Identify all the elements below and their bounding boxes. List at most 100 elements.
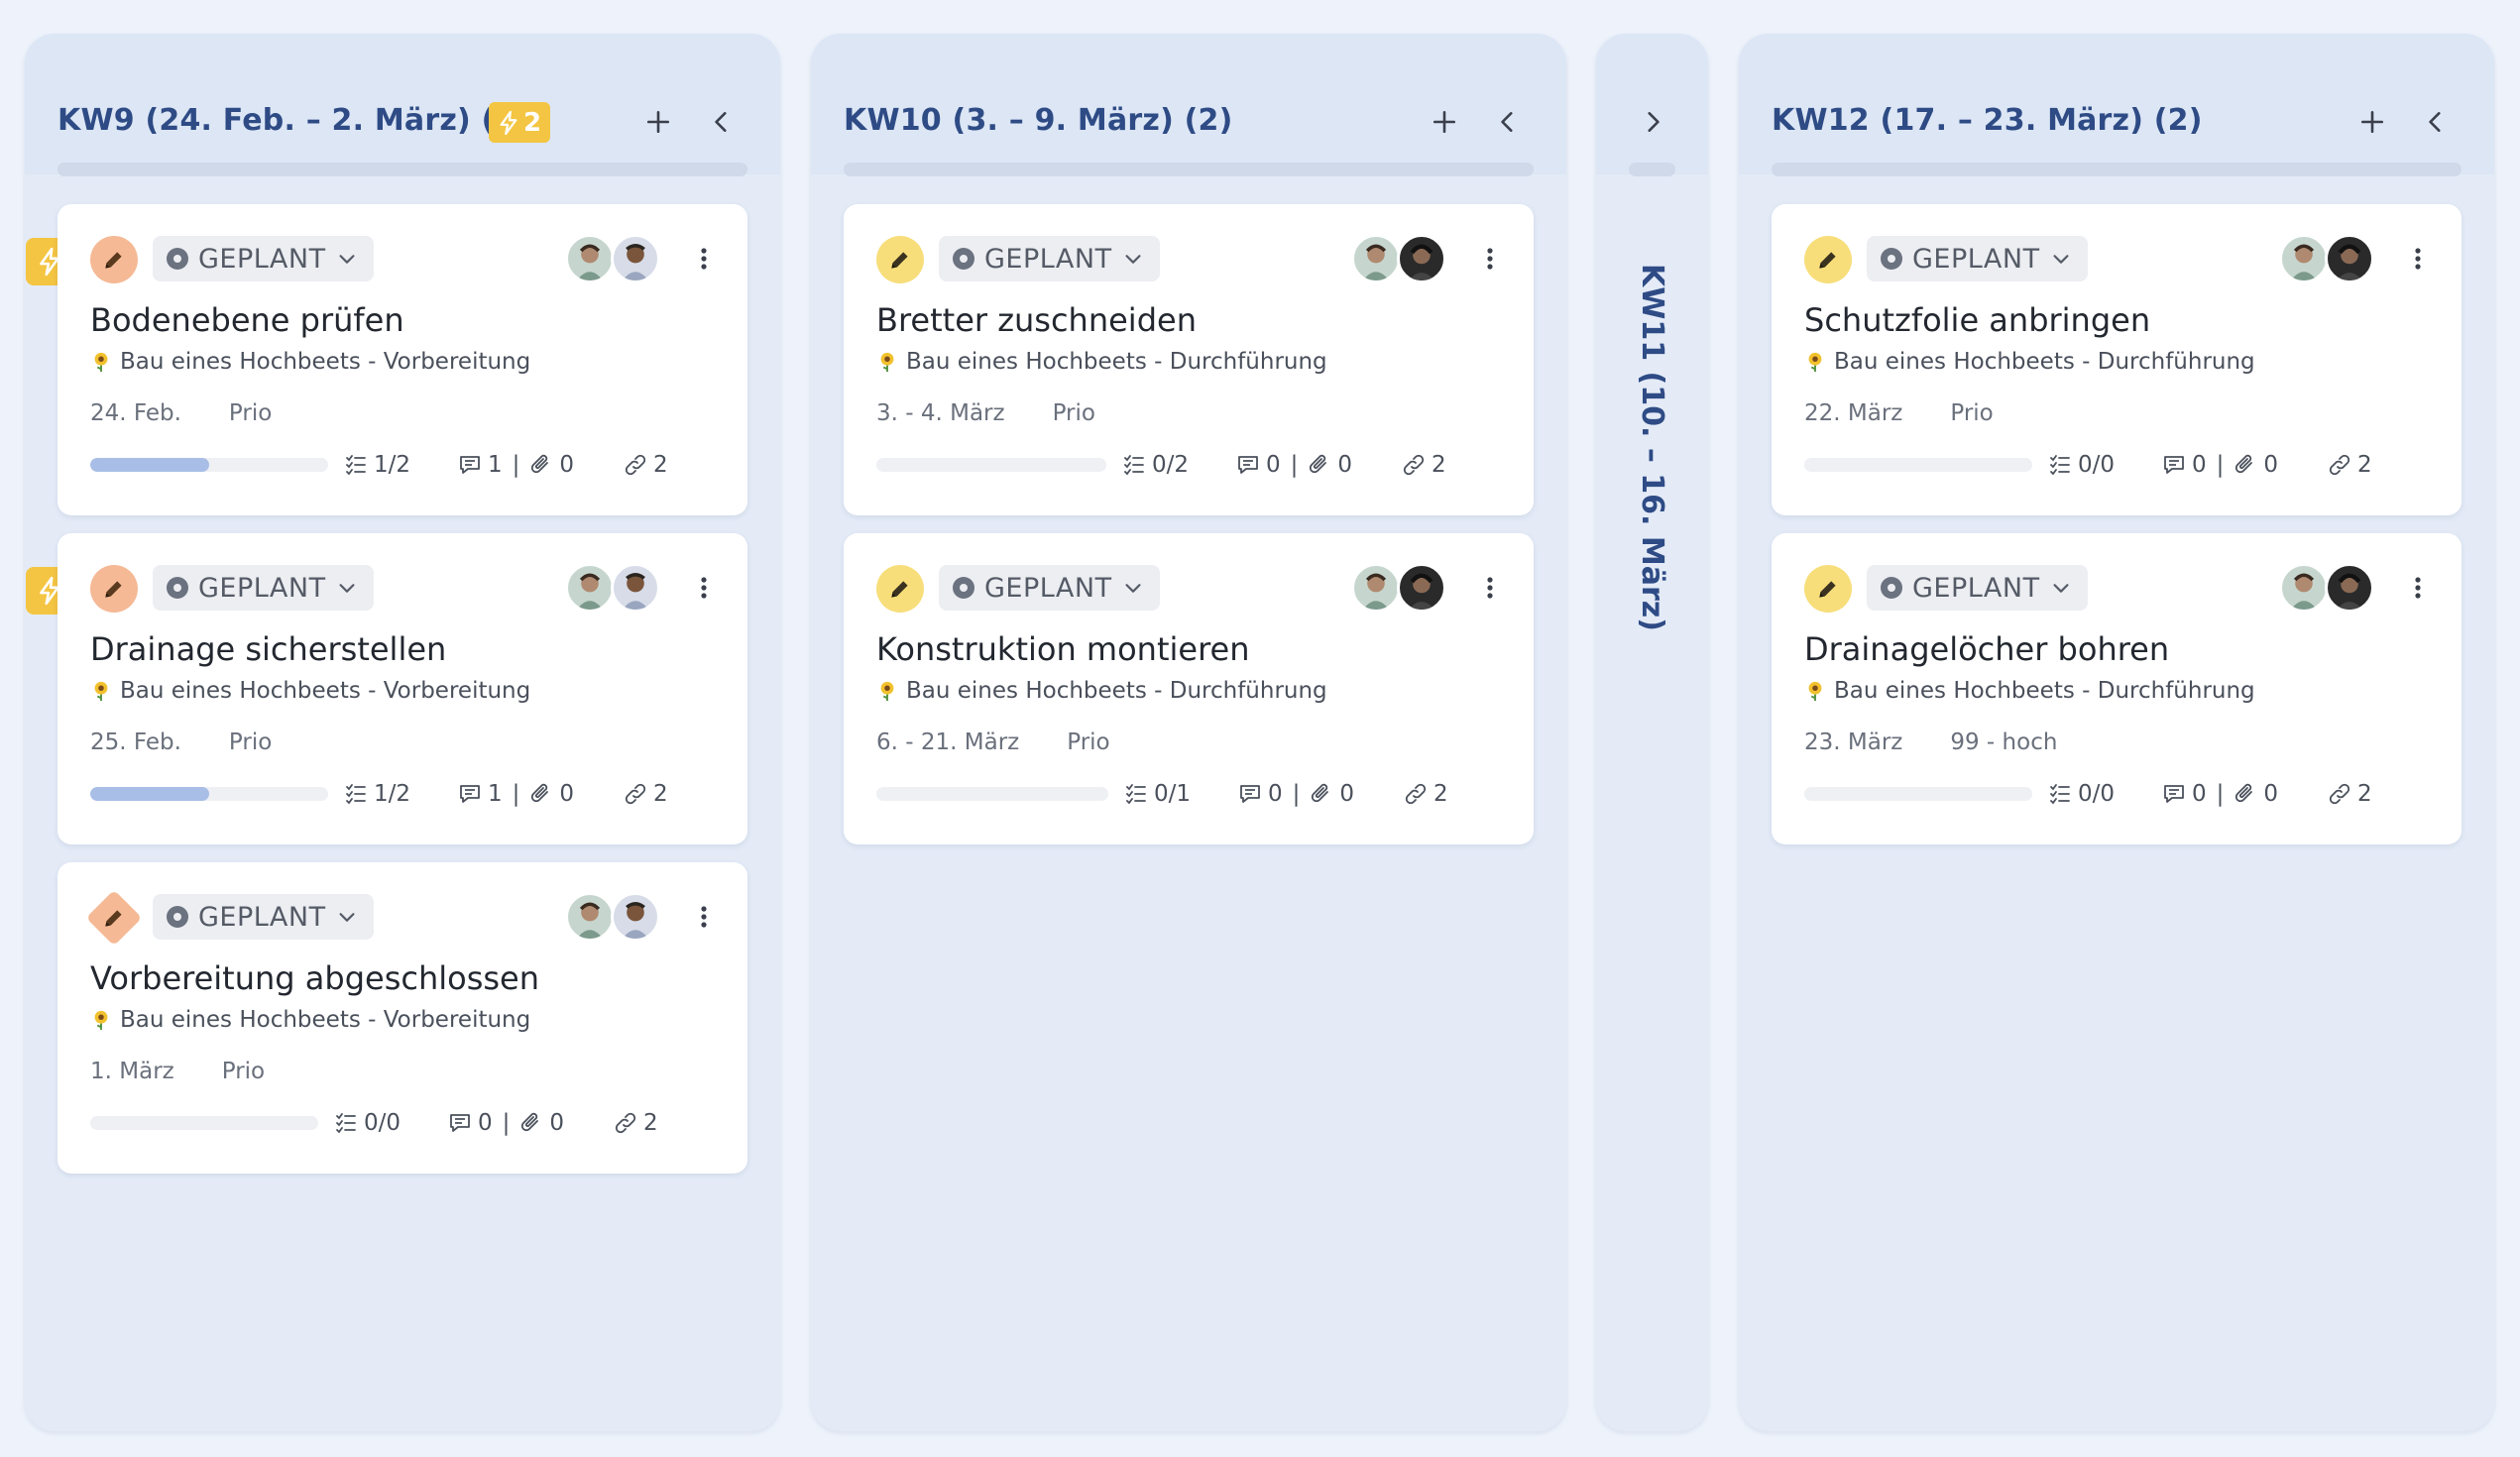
task-meta: 1. März Prio: [90, 1059, 265, 1084]
task-project[interactable]: Bau eines Hochbeets - Vorbereitung: [90, 1007, 530, 1033]
pencil-icon: [876, 565, 924, 613]
comment-count[interactable]: 0: [2162, 781, 2207, 807]
comment-count[interactable]: 0: [448, 1110, 493, 1136]
attachment-count[interactable]: 0: [1308, 452, 1352, 478]
collapse-column-button[interactable]: [2419, 105, 2453, 139]
add-task-button[interactable]: [641, 105, 675, 139]
attachment-count[interactable]: 0: [529, 452, 574, 478]
task-card[interactable]: GEPLANT Bodenebene prüfen Bau eines Hoch…: [57, 204, 747, 515]
paperclip-icon: [1312, 783, 1329, 803]
attachment-count[interactable]: 0: [519, 1110, 564, 1136]
link-count[interactable]: 2: [1402, 452, 1446, 478]
comment-count[interactable]: 0: [1236, 452, 1281, 478]
assignee-avatars[interactable]: [1351, 563, 1450, 613]
task-project[interactable]: Bau eines Hochbeets - Vorbereitung: [90, 349, 530, 375]
link-value: 2: [653, 452, 668, 478]
more-vertical-icon[interactable]: [1475, 573, 1505, 603]
link-count[interactable]: 2: [2328, 781, 2372, 807]
comment-icon: [450, 1114, 470, 1132]
task-project[interactable]: Bau eines Hochbeets - Durchführung: [1804, 678, 2255, 704]
task-date: 6. - 21. März: [876, 729, 1020, 755]
attachment-count[interactable]: 0: [1310, 781, 1354, 807]
link-icon: [615, 1112, 636, 1134]
more-vertical-icon[interactable]: [2403, 573, 2433, 603]
task-date: 23. März: [1804, 729, 1903, 755]
link-count[interactable]: 2: [624, 781, 668, 807]
checklist-count[interactable]: 0/2: [1122, 452, 1189, 478]
attachment-value: 0: [2263, 452, 2279, 478]
link-value: 2: [1432, 452, 1446, 478]
task-project[interactable]: Bau eines Hochbeets - Durchführung: [876, 349, 1327, 375]
collapse-column-button[interactable]: [705, 105, 739, 139]
assignee-avatars[interactable]: [565, 563, 664, 613]
comment-count[interactable]: 0: [2162, 452, 2207, 478]
chevron-down-icon: [339, 913, 355, 922]
assignee-avatars[interactable]: [565, 892, 664, 942]
task-card[interactable]: GEPLANT Schutzfolie anbringen Bau eines …: [1772, 204, 2462, 515]
status-dropdown[interactable]: GEPLANT: [153, 565, 374, 611]
avatar: [565, 234, 615, 283]
more-vertical-icon[interactable]: [1475, 244, 1505, 274]
comment-value: 0: [478, 1110, 493, 1136]
link-count[interactable]: 2: [614, 1110, 658, 1136]
task-project[interactable]: Bau eines Hochbeets - Durchführung: [876, 678, 1327, 704]
comment-value: 0: [2192, 452, 2207, 478]
attachment-count[interactable]: 0: [2234, 781, 2278, 807]
assignee-avatars[interactable]: [565, 234, 664, 283]
task-card[interactable]: GEPLANT Vorbereitung abgeschlossen Bau e…: [57, 862, 747, 1174]
task-project[interactable]: Bau eines Hochbeets - Durchführung: [1804, 349, 2255, 375]
link-count[interactable]: 2: [1404, 781, 1448, 807]
checklist-value: 0/2: [1152, 452, 1190, 478]
overdue-badge[interactable]: 2: [489, 102, 550, 143]
comment-count[interactable]: 1: [458, 781, 503, 807]
sunflower-icon: [94, 681, 108, 702]
footer-divider: |: [502, 1110, 511, 1136]
link-count[interactable]: 2: [2328, 452, 2372, 478]
task-project[interactable]: Bau eines Hochbeets - Vorbereitung: [90, 678, 530, 704]
status-dropdown[interactable]: GEPLANT: [153, 236, 374, 281]
checklist-count[interactable]: 0/0: [334, 1110, 401, 1136]
collapse-column-button[interactable]: [1491, 105, 1525, 139]
status-dropdown[interactable]: GEPLANT: [1867, 565, 2088, 611]
checklist-count[interactable]: 1/2: [344, 781, 410, 807]
more-vertical-icon[interactable]: [689, 902, 719, 932]
status-icon: [1881, 248, 1902, 270]
pencil-icon: [90, 565, 138, 613]
task-priority: Prio: [1067, 729, 1110, 755]
task-card[interactable]: GEPLANT Drainage sicherstellen Bau eines…: [57, 533, 747, 844]
link-icon: [625, 454, 646, 476]
assignee-avatars[interactable]: [1351, 234, 1450, 283]
status-dropdown[interactable]: GEPLANT: [153, 894, 374, 940]
task-card[interactable]: GEPLANT Drainagelöcher bohren Bau eines …: [1772, 533, 2462, 844]
checklist-count[interactable]: 0/0: [2048, 781, 2115, 807]
attachment-count[interactable]: 0: [2234, 452, 2278, 478]
more-vertical-icon[interactable]: [2403, 244, 2433, 274]
status-label: GEPLANT: [1912, 572, 2040, 604]
task-card[interactable]: GEPLANT Bretter zuschneiden Bau eines Ho…: [844, 204, 1534, 515]
assignee-avatars[interactable]: [2279, 563, 2378, 613]
checklist-count[interactable]: 1/2: [344, 452, 410, 478]
checklist-count[interactable]: 0/1: [1124, 781, 1191, 807]
expand-column-button[interactable]: [1636, 105, 1669, 139]
column-kw11-collapsed[interactable]: KW11 (10. – 16. März): [1596, 34, 1708, 1431]
link-icon: [2329, 783, 2350, 805]
status-dropdown[interactable]: GEPLANT: [939, 236, 1160, 281]
column-header: KW12 (17. – 23. März) (2): [1739, 34, 2494, 176]
more-vertical-icon[interactable]: [689, 244, 719, 274]
link-count[interactable]: 2: [624, 452, 668, 478]
assignee-avatars[interactable]: [2279, 234, 2378, 283]
checklist-count[interactable]: 0/0: [2048, 452, 2115, 478]
status-dropdown[interactable]: GEPLANT: [939, 565, 1160, 611]
comment-count[interactable]: 1: [458, 452, 503, 478]
paperclip-icon: [2235, 454, 2253, 474]
task-card[interactable]: GEPLANT Konstruktion montieren Bau eines…: [844, 533, 1534, 844]
add-task-button[interactable]: [2355, 105, 2389, 139]
comment-count[interactable]: 0: [1238, 781, 1283, 807]
chevron-down-icon: [2053, 255, 2069, 264]
status-label: GEPLANT: [1912, 243, 2040, 275]
task-progress: [1804, 458, 2032, 472]
attachment-count[interactable]: 0: [529, 781, 574, 807]
more-vertical-icon[interactable]: [689, 573, 719, 603]
add-task-button[interactable]: [1428, 105, 1461, 139]
status-dropdown[interactable]: GEPLANT: [1867, 236, 2088, 281]
